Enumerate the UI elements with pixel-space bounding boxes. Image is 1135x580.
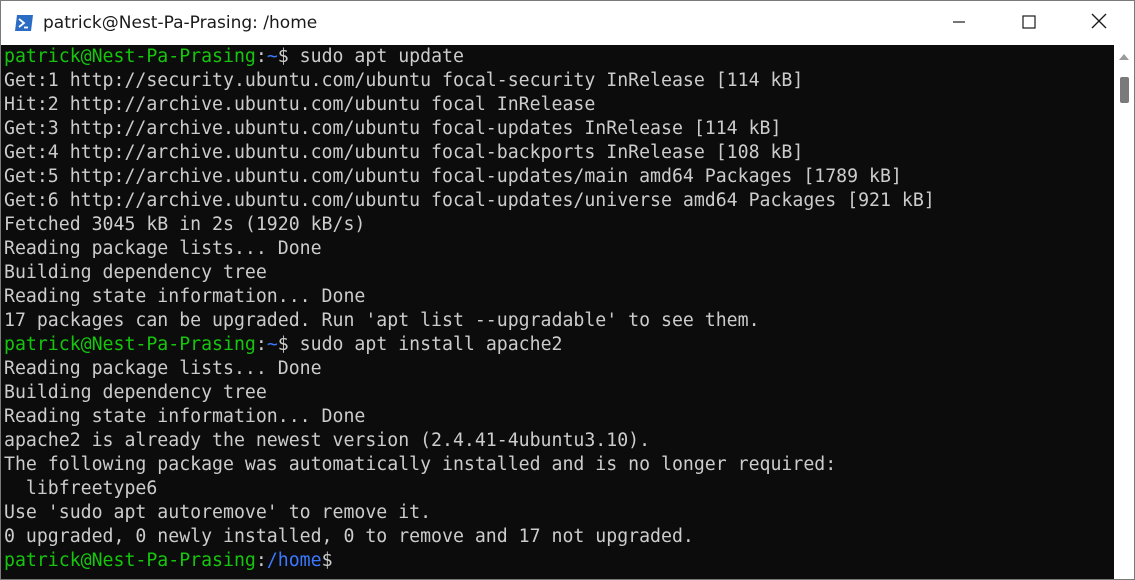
scrollbar-thumb[interactable]	[1120, 77, 1129, 103]
prompt-path: ~	[266, 334, 278, 355]
prompt-user: patrick@Nest-Pa-Prasing	[4, 46, 256, 67]
output-line: Fetched 3045 kB in 2s (1920 kB/s)	[4, 214, 366, 235]
output-line: Get:4 http://archive.ubuntu.com/ubuntu f…	[4, 142, 804, 163]
terminal-window: patrick@Nest-Pa-Prasing: /home patrick@N…	[0, 0, 1135, 580]
maximize-icon	[1022, 14, 1036, 33]
output-line: libfreetype6	[4, 478, 158, 499]
command-text: sudo apt install apache2	[288, 334, 563, 355]
output-line: Reading state information... Done	[4, 286, 366, 307]
prompt-line: patrick@Nest-Pa-Prasing:~$ sudo apt upda…	[4, 45, 1110, 69]
window-title: patrick@Nest-Pa-Prasing: /home	[43, 13, 318, 33]
output-line: Reading state information... Done	[4, 406, 366, 427]
window-controls	[924, 1, 1134, 45]
prompt-separator: :	[255, 334, 267, 355]
close-button[interactable]	[1064, 1, 1134, 45]
terminal-output-area[interactable]: patrick@Nest-Pa-Prasing:~$ sudo apt upda…	[1, 45, 1134, 579]
prompt-symbol: $	[277, 46, 289, 67]
output-line: Building dependency tree	[4, 382, 267, 403]
output-line: Get:6 http://archive.ubuntu.com/ubuntu f…	[4, 190, 935, 211]
powershell-terminal-icon[interactable]	[13, 12, 35, 34]
command-text: sudo apt update	[288, 46, 464, 67]
prompt-user: patrick@Nest-Pa-Prasing	[4, 550, 256, 571]
output-line: Get:5 http://archive.ubuntu.com/ubuntu f…	[4, 166, 902, 187]
prompt-user: patrick@Nest-Pa-Prasing	[4, 334, 256, 355]
title-bar[interactable]: patrick@Nest-Pa-Prasing: /home	[1, 1, 1134, 45]
output-line: Reading package lists... Done	[4, 358, 322, 379]
prompt-symbol: $	[321, 550, 333, 571]
prompt-separator: :	[255, 46, 267, 67]
output-line: Building dependency tree	[4, 262, 267, 283]
minimize-button[interactable]	[924, 1, 994, 45]
output-line: Hit:2 http://archive.ubuntu.com/ubuntu f…	[4, 94, 596, 115]
output-line: Get:1 http://security.ubuntu.com/ubuntu …	[4, 70, 804, 91]
output-line: 0 upgraded, 0 newly installed, 0 to remo…	[4, 526, 694, 547]
terminal-lines: patrick@Nest-Pa-Prasing:~$ sudo apt upda…	[4, 45, 1110, 573]
output-line: Get:3 http://archive.ubuntu.com/ubuntu f…	[4, 118, 782, 139]
scroll-up-icon[interactable]	[1114, 47, 1134, 67]
output-line: apache2 is already the newest version (2…	[4, 430, 651, 451]
maximize-button[interactable]	[994, 1, 1064, 45]
output-line: Reading package lists... Done	[4, 238, 322, 259]
prompt-path: /home	[266, 550, 322, 571]
prompt-separator: :	[255, 550, 267, 571]
minimize-icon	[952, 14, 966, 33]
prompt-symbol: $	[277, 334, 289, 355]
vertical-scrollbar[interactable]	[1114, 45, 1134, 579]
output-line: Use 'sudo apt autoremove' to remove it.	[4, 502, 432, 523]
prompt-path: ~	[266, 46, 278, 67]
close-icon	[1091, 13, 1107, 33]
prompt-line: patrick@Nest-Pa-Prasing:~$ sudo apt inst…	[4, 333, 1110, 357]
output-line: The following package was automatically …	[4, 454, 837, 475]
output-line: 17 packages can be upgraded. Run 'apt li…	[4, 310, 760, 331]
prompt-line: patrick@Nest-Pa-Prasing:/home$	[4, 549, 1110, 573]
